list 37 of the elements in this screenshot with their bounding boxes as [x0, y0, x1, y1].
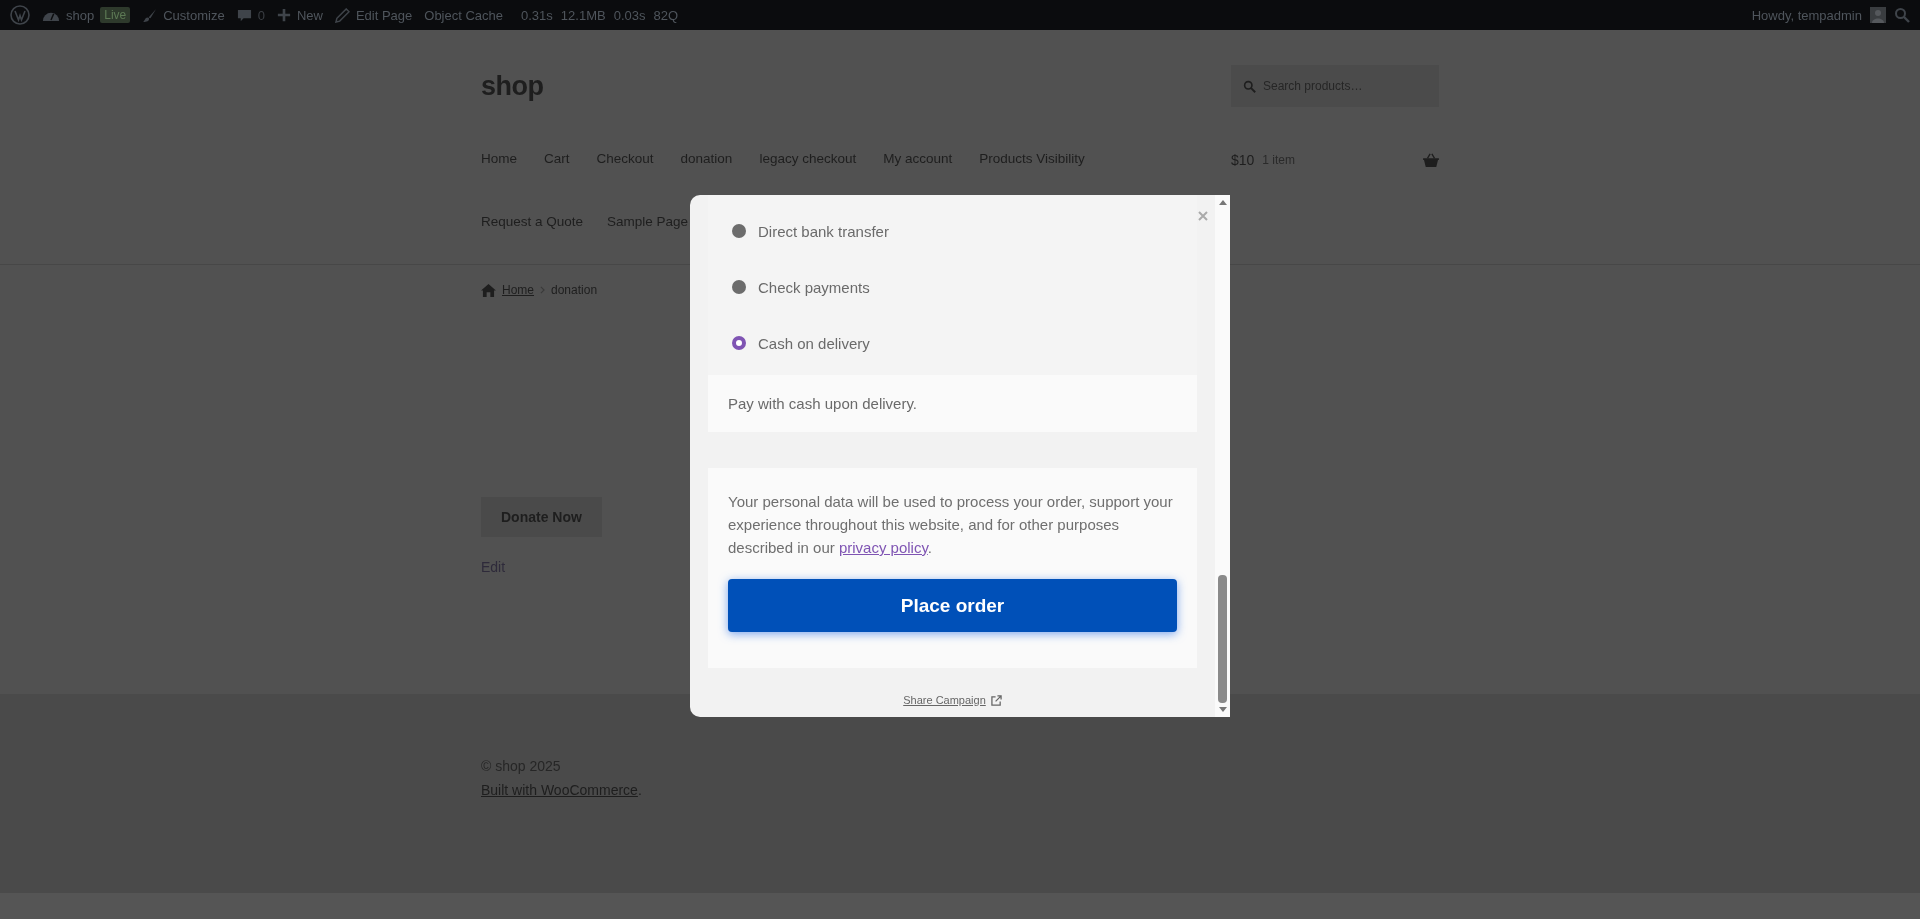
search-icon — [1243, 80, 1256, 93]
performance-stat: 0.31s — [521, 7, 553, 23]
admin-bar-item[interactable]: Customize — [142, 7, 225, 23]
avatar-icon — [1870, 7, 1886, 23]
payment-description: Pay with cash upon delivery. — [728, 395, 918, 412]
privacy-notice: Your personal data will be used to process your order, support your experience throughout this website, and for other purposes described in our privacy policy. — [728, 492, 1174, 558]
home-icon — [481, 283, 496, 297]
admin-bar-item[interactable]: Object Cache — [424, 7, 504, 23]
scrollbar[interactable] — [1215, 195, 1230, 717]
plus-icon — [276, 8, 291, 22]
radio-button[interactable] — [732, 280, 746, 294]
site-name-link[interactable]: shop — [66, 7, 95, 23]
search-icon[interactable] — [1894, 7, 1910, 23]
payment-option[interactable]: Cash on delivery — [708, 315, 1197, 371]
performance-stat: 12.1MB — [560, 7, 606, 23]
scroll-down-icon — [1218, 707, 1227, 712]
performance-stat: 0.03s — [613, 7, 646, 23]
place-order-button[interactable]: Place order — [728, 579, 1177, 632]
basket-icon[interactable] — [1423, 153, 1439, 167]
greeting-link[interactable]: Howdy, tempadmin — [1751, 7, 1862, 23]
payment-option[interactable]: Check payments — [708, 259, 1197, 315]
pencil-icon — [334, 7, 350, 23]
radio-button[interactable] — [732, 336, 746, 350]
privacy-policy-link[interactable]: privacy policy — [838, 539, 928, 556]
speech-bubble-icon — [236, 7, 252, 23]
scrollbar-thumb[interactable] — [1218, 575, 1227, 703]
admin-bar-item[interactable]: New — [276, 7, 323, 23]
external-link-icon — [990, 694, 1002, 706]
scroll-up-icon — [1218, 200, 1227, 205]
admin-bar-item[interactable]: Edit Page — [334, 7, 413, 23]
close-icon[interactable] — [1198, 211, 1208, 221]
share-campaign-link[interactable]: Share Campaign — [903, 694, 986, 706]
radio-button[interactable] — [732, 224, 746, 238]
wordpress-logo-icon[interactable] — [10, 5, 30, 25]
performance-stat: 82Q — [653, 7, 679, 23]
live-badge: Live — [100, 7, 131, 23]
payment-option[interactable]: Direct bank transfer — [708, 203, 1197, 259]
